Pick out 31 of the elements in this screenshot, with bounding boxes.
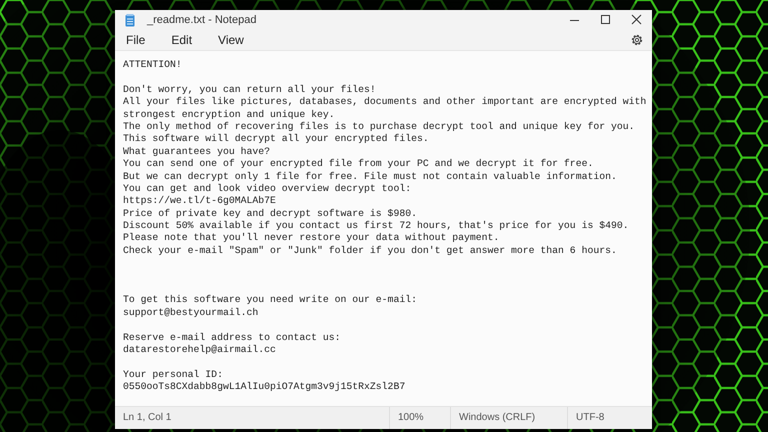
menu-item[interactable]: File bbox=[119, 30, 152, 50]
menu-item[interactable]: Edit bbox=[164, 30, 200, 50]
text-line: Check your e-mail "Spam" or "Junk" folder if you don't get answer more than 6 hours. bbox=[123, 244, 618, 258]
encoding: UTF-8 bbox=[567, 406, 652, 429]
text-line: Reserve e-mail address to contact us: bbox=[123, 332, 342, 344]
text-line: Please note that you'll never restore your data without payment. bbox=[123, 232, 500, 245]
cursor-position: Ln 1, Col 1 bbox=[122, 412, 172, 424]
notepad-icon bbox=[125, 14, 135, 26]
text-line: Don't worry, you can return all your files! bbox=[123, 84, 377, 96]
text-line: This software will decrypt all your encrypted files. bbox=[123, 133, 430, 146]
text-line: 0550ooTs8CXdabb8gwL1AlIu0piO7Atgm3v9j15tRxZsl2B7 bbox=[123, 381, 406, 394]
text-line: ATTENTION! bbox=[123, 59, 183, 72]
text-line: datarestorehelp@airmail.cc bbox=[123, 344, 277, 356]
text-line: All your files like pictures, databases, documents and other important are encrypted with bbox=[123, 96, 648, 109]
text-line: https://we.tl/t-6g0MALAb7E bbox=[123, 195, 277, 208]
menu-item[interactable]: View bbox=[211, 30, 251, 50]
window-title: _readme.txt - Notepad bbox=[147, 14, 258, 26]
text-line: You can send one of your encrypted file from your PC and we decrypt it for free. bbox=[123, 158, 594, 171]
text-line: Your personal ID: bbox=[123, 368, 224, 382]
text-line: The only method of recovering files is to purchase decrypt tool and unique key for you. bbox=[123, 120, 636, 134]
text-line: What guarantees you have? bbox=[123, 146, 271, 158]
text-line: Price of private key and decrypt software is $980. bbox=[123, 208, 418, 220]
text-line: To get this software you need write on our e-mail: bbox=[123, 294, 418, 307]
text-line: But we can decrypt only 1 file for free. File must not contain valuable information. bbox=[123, 170, 618, 183]
line-ending: Windows (CRLF) bbox=[450, 406, 567, 429]
text-line: strongest encryption and unique key. bbox=[123, 108, 336, 121]
text-line: Discount 50% available if you contact us first 72 hours, that's price for you is $490. bbox=[123, 220, 630, 232]
zoom-level: 100% bbox=[389, 406, 450, 429]
text-line: support@bestyourmail.ch bbox=[123, 306, 260, 320]
text-line: You can get and look video overview decrypt tool: bbox=[123, 182, 412, 196]
settings-icon[interactable] bbox=[630, 33, 644, 47]
